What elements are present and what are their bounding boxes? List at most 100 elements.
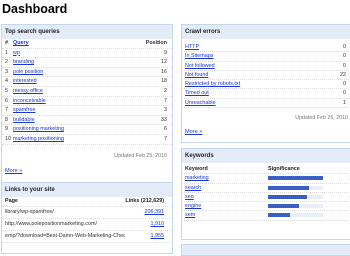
- keyword-link[interactable]: engine: [185, 202, 201, 210]
- crawl-error-link[interactable]: Not found: [185, 71, 208, 79]
- crawl-error-row: Timed out 0: [182, 89, 350, 99]
- query-rank: 2: [5, 59, 8, 66]
- query-link[interactable]: messy office: [13, 87, 43, 96]
- query-position: 7: [164, 97, 167, 104]
- query-link[interactable]: spamfree: [13, 106, 35, 115]
- crawl-error-count: 0: [343, 62, 346, 69]
- crawl-errors-updated: Updated Feb 25, 2010: [295, 115, 348, 121]
- crawl-error-link[interactable]: Unreachable: [185, 99, 216, 107]
- keyword-row: marketing: [182, 174, 350, 184]
- top-queries-more-link[interactable]: More »: [5, 168, 22, 174]
- query-row: 7 spamfree 3: [2, 106, 172, 116]
- query-rank: 1: [5, 49, 8, 56]
- link-row: emp/?download=Best-Damn-Web-Marketing-Ch…: [2, 231, 172, 243]
- query-position: 9: [164, 49, 167, 56]
- column-rank: #: [5, 40, 8, 46]
- top-queries-updated: Updated Feb 25, 2010: [114, 153, 167, 159]
- significance-bar: [268, 213, 323, 218]
- top-queries-list: 1 wp 9 2 branding 12 3 pole position 16 4 interest…: [2, 49, 172, 145]
- crawl-errors-panel: Crawl errors HTTP 0 In Sitemaps 0 Not follow…: [181, 24, 350, 143]
- link-page: library/wp-spamfree/: [5, 209, 54, 215]
- keyword-row: engine: [182, 202, 350, 212]
- crawl-error-count: 22: [340, 71, 346, 78]
- significance-bar-fill: [268, 213, 290, 218]
- links-panel: Links to your site Page Links (212,629) …: [1, 182, 173, 254]
- crawl-error-row: HTTP 0: [182, 43, 350, 53]
- query-link[interactable]: positioning marketing: [13, 125, 64, 134]
- crawl-error-row: Not found 22: [182, 71, 350, 81]
- crawl-error-row: Restricted by robots.txt 0: [182, 80, 350, 90]
- top-search-queries-panel: Top search queries # Query Position 1 wp 9…: [1, 24, 173, 185]
- keywords-header: Keywords: [182, 149, 350, 163]
- query-link[interactable]: interested: [13, 77, 37, 86]
- query-row: 4 interested 18: [2, 77, 172, 87]
- crawl-error-link[interactable]: In Sitemaps: [185, 52, 213, 60]
- crawl-error-link[interactable]: Restricted by robots.txt: [185, 80, 240, 88]
- query-row: 10 marketing positioning 7: [2, 135, 172, 145]
- query-rank: 10: [5, 135, 11, 142]
- significance-bar-fill: [268, 194, 307, 199]
- crawl-error-link[interactable]: Not followed: [185, 62, 215, 70]
- keyword-row: sem: [182, 211, 350, 221]
- query-link[interactable]: wp: [13, 49, 20, 58]
- link-count[interactable]: 1,955: [151, 231, 165, 242]
- keywords-panel: Keywords Keyword Significance marketing s…: [181, 148, 350, 240]
- partial-panel: [181, 244, 350, 256]
- keyword-link[interactable]: search: [185, 184, 201, 192]
- query-rank: 5: [5, 87, 8, 94]
- query-rank: 6: [5, 97, 8, 104]
- significance-bar: [268, 194, 323, 199]
- query-link[interactable]: inconceivable: [13, 97, 46, 106]
- crawl-error-count: 0: [343, 44, 346, 50]
- significance-bar-fill: [268, 204, 299, 209]
- query-link[interactable]: branding: [13, 58, 34, 67]
- link-count[interactable]: 206,391: [145, 207, 165, 218]
- link-count[interactable]: 1,910: [151, 219, 165, 230]
- query-link[interactable]: buildable: [13, 116, 35, 125]
- query-link[interactable]: pole position: [13, 68, 43, 77]
- keywords-column-headers: Keyword Significance: [182, 165, 350, 175]
- crawl-error-count: 0: [343, 81, 346, 88]
- significance-bar: [268, 204, 323, 209]
- crawl-error-row: Unreachable 1: [182, 99, 350, 109]
- crawl-error-row: In Sitemaps 0: [182, 52, 350, 62]
- significance-bar: [268, 176, 323, 181]
- query-position: 33: [161, 116, 167, 123]
- crawl-errors-more-link[interactable]: More »: [185, 129, 202, 135]
- significance-bar: [268, 185, 323, 190]
- keyword-link[interactable]: marketing: [185, 174, 209, 182]
- column-page: Page: [5, 198, 18, 204]
- query-rank: 9: [5, 126, 8, 133]
- query-rank: 7: [5, 107, 8, 114]
- significance-bar-fill: [268, 176, 323, 181]
- column-position: Position: [145, 40, 167, 46]
- query-row: 8 buildable 33: [2, 116, 172, 126]
- query-link[interactable]: marketing positioning: [13, 135, 64, 144]
- crawl-errors-list: HTTP 0 In Sitemaps 0 Not followed 0 Not found 2…: [182, 43, 350, 109]
- query-position: 2: [164, 87, 167, 94]
- significance-bar-fill: [268, 185, 309, 190]
- query-position: 6: [164, 126, 167, 133]
- query-position: 3: [164, 107, 167, 114]
- crawl-error-count: 0: [343, 90, 346, 97]
- keyword-link[interactable]: sem: [185, 211, 195, 219]
- links-list: library/wp-spamfree/206,391 http://www.po…: [2, 207, 172, 243]
- link-page: emp/?download=Best-Damn-Web-Marketing-Ch…: [5, 233, 125, 239]
- crawl-error-count: 0: [343, 53, 346, 60]
- links-column-headers: Page Links (212,629): [2, 197, 172, 207]
- query-position: 7: [164, 135, 167, 142]
- column-query: Query: [13, 40, 29, 46]
- column-significance: Significance: [268, 166, 300, 172]
- crawl-error-link[interactable]: HTTP: [185, 43, 199, 51]
- page-title: Dashboard: [2, 2, 68, 16]
- column-links: Links (212,629): [125, 198, 164, 204]
- partial-panel-header: [182, 245, 350, 255]
- top-queries-column-headers: # Query Position: [2, 39, 172, 49]
- query-rank: 8: [5, 116, 8, 123]
- link-row: library/wp-spamfree/206,391: [2, 207, 172, 219]
- column-keyword: Keyword: [185, 166, 208, 172]
- query-position: 16: [161, 68, 167, 75]
- crawl-error-link[interactable]: Timed out: [185, 89, 209, 97]
- keyword-link[interactable]: seo: [185, 193, 194, 201]
- crawl-error-row: Not followed 0: [182, 62, 350, 71]
